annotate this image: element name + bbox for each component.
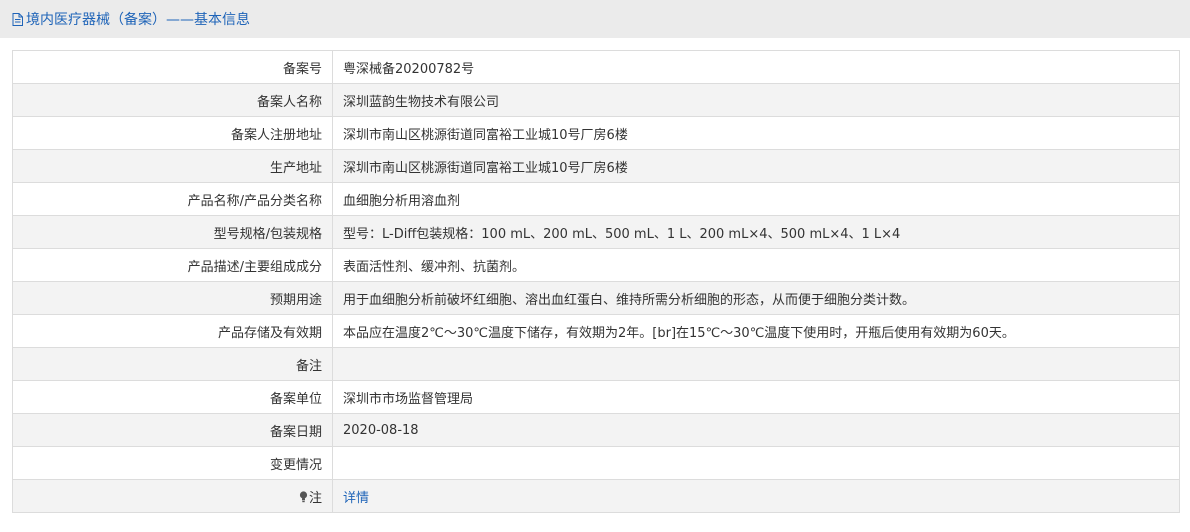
row-value: 2020-08-18 [332, 413, 1180, 447]
row-value: 本品应在温度2℃～30℃温度下储存，有效期为2年。[br]在15℃～30℃温度下… [332, 314, 1180, 348]
row-value: 血细胞分析用溶血剂 [332, 182, 1180, 216]
row-value [332, 446, 1180, 480]
table-row: 预期用途 用于血细胞分析前破坏红细胞、溶出血红蛋白、维持所需分析细胞的形态，从而… [12, 281, 1180, 315]
details-link[interactable]: 详情 [343, 491, 369, 506]
row-value: 深圳市南山区桃源街道同富裕工业城10号厂房6楼 [332, 116, 1180, 150]
table-row: 变更情况 [12, 446, 1180, 480]
table-row: 产品描述/主要组成成分 表面活性剂、缓冲剂、抗菌剂。 [12, 248, 1180, 282]
row-label: 备案号 [12, 50, 333, 84]
table-row: 备案人注册地址 深圳市南山区桃源街道同富裕工业城10号厂房6楼 [12, 116, 1180, 150]
document-icon [12, 12, 23, 26]
row-value: 用于血细胞分析前破坏红细胞、溶出血红蛋白、维持所需分析细胞的形态，从而便于细胞分… [332, 281, 1180, 315]
table-row: 生产地址 深圳市南山区桃源街道同富裕工业城10号厂房6楼 [12, 149, 1180, 183]
row-value: 粤深械备20200782号 [332, 50, 1180, 84]
row-label: 产品描述/主要组成成分 [12, 248, 333, 282]
row-value: 型号：L-Diff包装规格：100 mL、200 mL、500 mL、1 L、2… [332, 215, 1180, 249]
row-value: 深圳市市场监督管理局 [332, 380, 1180, 414]
table-row: 型号规格/包装规格 型号：L-Diff包装规格：100 mL、200 mL、50… [12, 215, 1180, 249]
table-row: 备注 [12, 347, 1180, 381]
row-value: 深圳市南山区桃源街道同富裕工业城10号厂房6楼 [332, 149, 1180, 183]
row-label: 备案单位 [12, 380, 333, 414]
note-value: 详情 [332, 479, 1180, 513]
table-row: 备案人名称 深圳蓝韵生物技术有限公司 [12, 83, 1180, 117]
table-row: 备案日期 2020-08-18 [12, 413, 1180, 447]
row-value: 表面活性剂、缓冲剂、抗菌剂。 [332, 248, 1180, 282]
row-label: 型号规格/包装规格 [12, 215, 333, 249]
table-row: 注 详情 [12, 479, 1180, 513]
row-label: 备案日期 [12, 413, 333, 447]
basic-info-table: 备案号 粤深械备20200782号 备案人名称 深圳蓝韵生物技术有限公司 备案人… [12, 50, 1180, 513]
row-label: 预期用途 [12, 281, 333, 315]
table-row: 产品存储及有效期 本品应在温度2℃～30℃温度下储存，有效期为2年。[br]在1… [12, 314, 1180, 348]
lightbulb-icon [299, 490, 308, 502]
row-label: 产品名称/产品分类名称 [12, 182, 333, 216]
page-header: 境内医疗器械（备案）——基本信息 [0, 0, 1190, 38]
row-label: 产品存储及有效期 [12, 314, 333, 348]
row-label: 生产地址 [12, 149, 333, 183]
table-row: 备案单位 深圳市市场监督管理局 [12, 380, 1180, 414]
table-row: 备案号 粤深械备20200782号 [12, 50, 1180, 84]
row-label: 备案人名称 [12, 83, 333, 117]
row-label: 备案人注册地址 [12, 116, 333, 150]
row-value [332, 347, 1180, 381]
row-label: 变更情况 [12, 446, 333, 480]
page-title: 境内医疗器械（备案）——基本信息 [26, 12, 250, 28]
note-label-text: 注 [308, 490, 322, 506]
note-label: 注 [12, 479, 333, 513]
row-label: 备注 [12, 347, 333, 381]
table-row: 产品名称/产品分类名称 血细胞分析用溶血剂 [12, 182, 1180, 216]
row-value: 深圳蓝韵生物技术有限公司 [332, 83, 1180, 117]
